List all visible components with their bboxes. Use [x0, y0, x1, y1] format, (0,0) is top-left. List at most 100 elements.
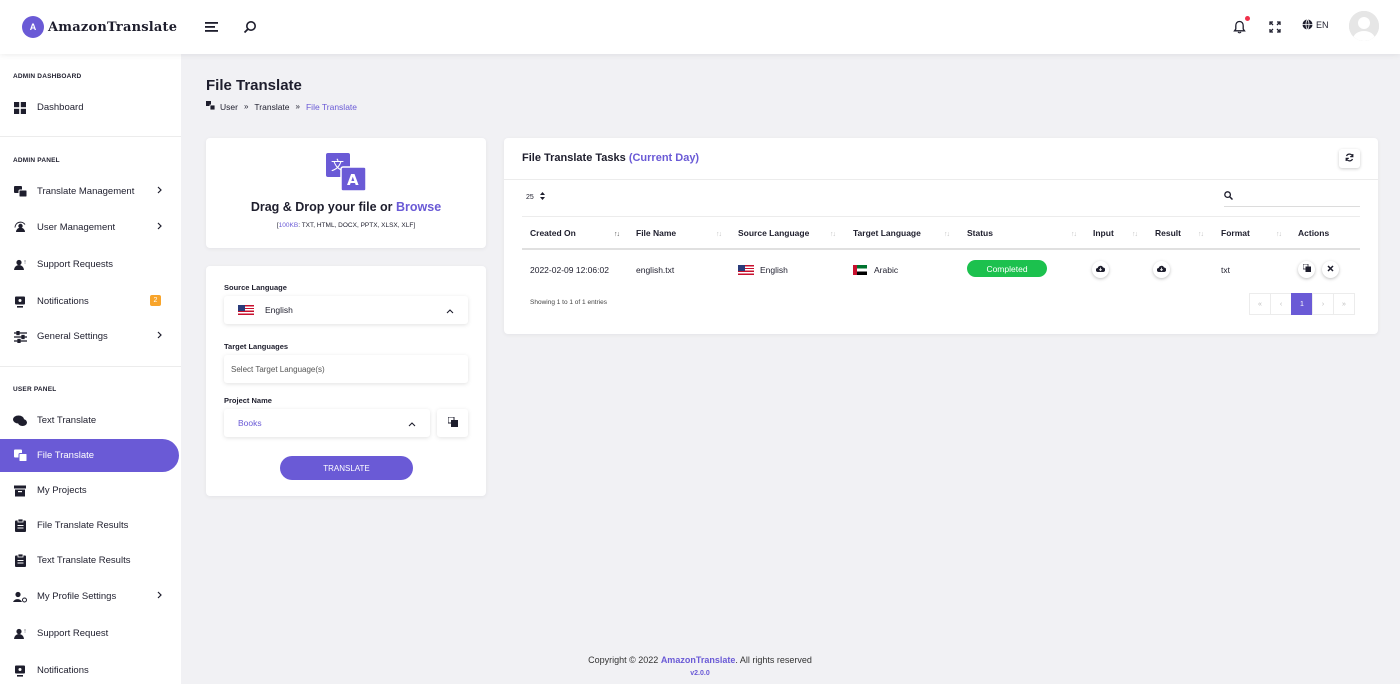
column-header-file-name[interactable]: File Name: [636, 228, 676, 238]
sidebar-item-label: General Settings: [37, 331, 108, 342]
dropzone-title-text: Drag & Drop your file or: [250, 200, 393, 214]
bell-icon[interactable]: [1229, 16, 1250, 37]
dashboard-icon: [13, 101, 27, 115]
clipboard-icon: [13, 554, 27, 568]
sidebar-item-my-profile-settings[interactable]: My Profile Settings: [0, 580, 179, 613]
format-list: : TXT, HTML, DOCX, PPTX, XLSX, XLF: [298, 222, 414, 229]
sidebar-item-notifications-admin[interactable]: Notifications 2: [0, 285, 179, 318]
translate-icon: 文A: [325, 152, 367, 195]
translate-button[interactable]: TRANSLATE: [280, 456, 413, 480]
sidebar: ADMIN DASHBOARD Dashboard ADMIN PANEL Tr…: [0, 54, 181, 684]
pagination-page-current[interactable]: 1: [1291, 293, 1313, 315]
search-icon[interactable]: [240, 17, 260, 37]
app-logo[interactable]: A AmazonTranslate: [22, 16, 177, 38]
translate-file-icon: [13, 449, 27, 463]
sidebar-item-label: User Management: [37, 222, 116, 233]
column-header-result[interactable]: Result: [1155, 228, 1181, 238]
sidebar-item-label: Text Translate Results: [37, 555, 131, 566]
file-translate-tasks-card: File Translate Tasks (Current Day) 25 Cr…: [504, 138, 1378, 334]
project-name-select[interactable]: Books: [224, 409, 430, 437]
pagination-last[interactable]: »: [1333, 293, 1355, 315]
footer-brand-link[interactable]: AmazonTranslate: [661, 655, 736, 665]
user-question-icon: !: [13, 627, 27, 641]
target-language-text: Arabic: [874, 265, 899, 275]
sidebar-item-file-translate[interactable]: File Translate: [0, 439, 179, 472]
column-header-format[interactable]: Format: [1221, 228, 1250, 238]
sidebar-item-general-settings[interactable]: General Settings: [0, 320, 179, 353]
sidebar-item-text-translate-results[interactable]: Text Translate Results: [0, 544, 179, 577]
chevron-right-icon: [157, 186, 163, 197]
file-dropzone[interactable]: 文A Drag & Drop your file or Browse [100K…: [206, 138, 486, 248]
sidebar-item-label: Text Translate: [37, 415, 97, 426]
monitor-bell-icon: [13, 295, 27, 309]
column-header-target-language[interactable]: Target Language: [853, 228, 921, 238]
sidebar-item-label: Support Request: [37, 628, 109, 639]
table-search-input[interactable]: [1224, 206, 1360, 207]
column-header-status[interactable]: Status: [967, 228, 993, 238]
breadcrumb-separator-icon: »: [295, 102, 300, 111]
cell-file-name: english.txt: [636, 265, 675, 275]
fullscreen-icon[interactable]: [1265, 17, 1285, 37]
column-header-source-language[interactable]: Source Language: [738, 228, 809, 238]
sidebar-item-support-requests[interactable]: ! Support Requests: [0, 248, 179, 281]
table-info: Showing 1 to 1 of 1 entries: [530, 299, 607, 306]
delete-button[interactable]: [1322, 261, 1339, 278]
source-language-value: English: [265, 305, 293, 315]
copy-icon: [447, 416, 458, 429]
language-selector[interactable]: EN: [1302, 19, 1329, 30]
column-header-created-on[interactable]: Created On: [530, 228, 576, 238]
sort-icon: ↑↓: [1198, 231, 1204, 238]
column-header-input[interactable]: Input: [1093, 228, 1114, 238]
dropzone-formats: [100KB: TXT, HTML, DOCX, PPTX, XLSX, XLF…: [276, 222, 416, 229]
sort-icon: ↑↓: [716, 231, 722, 238]
browse-link[interactable]: Browse: [396, 200, 441, 214]
sidebar-item-text-translate[interactable]: Text Translate: [0, 404, 179, 437]
breadcrumb-user[interactable]: User: [220, 102, 238, 112]
pagination-prev[interactable]: ‹: [1270, 293, 1292, 315]
sidebar-item-dashboard[interactable]: Dashboard: [0, 91, 179, 124]
new-project-button[interactable]: [437, 409, 468, 437]
archive-icon: [13, 484, 27, 498]
download-input-button[interactable]: [1092, 261, 1109, 278]
user-cycle-icon: [13, 221, 27, 235]
sidebar-item-user-management[interactable]: User Management: [0, 211, 179, 244]
sidebar-item-file-translate-results[interactable]: File Translate Results: [0, 509, 179, 542]
sort-icon: ↑↓: [1276, 231, 1282, 238]
sidebar-item-support-request[interactable]: ! Support Request: [0, 617, 179, 650]
cell-created-on: 2022-02-09 12:06:02: [530, 265, 609, 275]
table-header-bottom-border: [522, 248, 1360, 250]
sidebar-item-label: My Projects: [37, 485, 87, 496]
app-name: AmazonTranslate: [48, 19, 178, 35]
cloud-download-icon: [1156, 264, 1167, 275]
translate-form: Source Language English Target Languages…: [206, 266, 486, 496]
sidebar-item-label: Notifications: [37, 296, 89, 307]
sort-icon: ↑↓: [1132, 231, 1138, 238]
page-title: File Translate: [206, 77, 302, 94]
target-languages-input[interactable]: Select Target Language(s): [224, 355, 468, 383]
user-avatar[interactable]: [1349, 11, 1379, 41]
sidebar-heading-admin-dashboard: ADMIN DASHBOARD: [13, 73, 82, 80]
cell-source-language: English: [738, 265, 788, 275]
copy-button[interactable]: [1298, 261, 1315, 278]
uae-flag-icon: [853, 265, 867, 275]
sort-icon: ↑↓: [830, 231, 836, 238]
copyright-suffix: . All rights reserved: [735, 655, 812, 665]
source-language-select[interactable]: English: [224, 296, 468, 324]
sidebar-item-translate-management[interactable]: Translate Management: [0, 175, 179, 208]
menu-toggle-icon[interactable]: [202, 17, 222, 37]
sidebar-item-my-projects[interactable]: My Projects: [0, 474, 179, 507]
sort-icon: ↑↓: [944, 231, 950, 238]
target-languages-label: Target Languages: [224, 342, 289, 351]
tasks-title-suffix: (Current Day): [628, 152, 700, 164]
sort-icon: ↑↓: [614, 231, 620, 238]
entries-per-page-select[interactable]: 25: [526, 192, 545, 202]
refresh-button[interactable]: [1339, 149, 1360, 168]
top-navbar: A AmazonTranslate EN: [0, 0, 1400, 54]
download-result-button[interactable]: [1153, 261, 1170, 278]
pagination-first[interactable]: «: [1249, 293, 1271, 315]
pagination-next[interactable]: ›: [1312, 293, 1334, 315]
breadcrumb-translate[interactable]: Translate: [254, 102, 289, 112]
user-gear-icon: [13, 590, 27, 604]
chevron-up-icon: [408, 419, 416, 429]
app-version: v2.0.0: [690, 670, 710, 677]
